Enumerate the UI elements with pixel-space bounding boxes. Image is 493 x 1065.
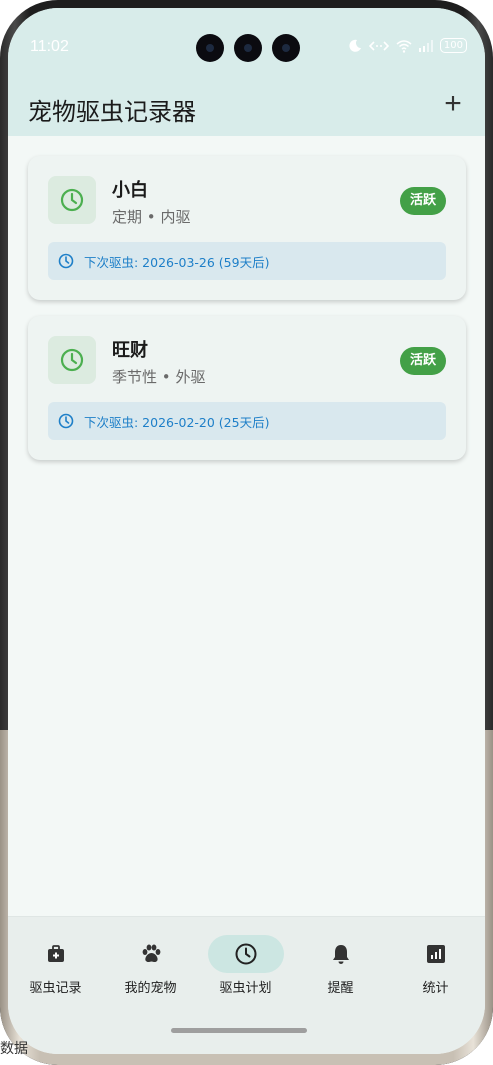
- moon-icon: [349, 39, 361, 52]
- nav-item-plans[interactable]: 驱虫计划: [198, 935, 293, 996]
- battery-icon: 100: [439, 38, 467, 53]
- nav-label: 统计: [422, 981, 449, 996]
- clock-icon: [48, 336, 96, 384]
- plan-type: 季节性 • 外驱: [112, 366, 205, 387]
- screen: 11:02 100 宠物驱虫记录器 + 小白 定期 • 内驱 活跃 下次驱虫: …: [8, 8, 485, 1054]
- nav-label: 驱虫计划: [219, 981, 272, 996]
- next-deworming-text: 下次驱虫: 2026-02-20 (25天后): [84, 414, 270, 430]
- plan-frequency: 季节性: [112, 368, 158, 386]
- add-plan-button[interactable]: +: [435, 86, 471, 122]
- wifi-icon: [396, 39, 412, 53]
- clock-icon: [58, 253, 74, 269]
- plan-type: 定期 • 内驱: [112, 206, 190, 227]
- paw-icon: [113, 935, 189, 973]
- next-deworming-row: 下次驱虫: 2026-03-26 (59天后): [48, 242, 446, 280]
- plan-frequency: 定期: [112, 208, 143, 226]
- pet-name: 小白: [112, 180, 148, 201]
- home-indicator[interactable]: [171, 1028, 307, 1033]
- medical-kit-icon: [18, 935, 94, 973]
- clock-icon: [48, 176, 96, 224]
- plan-card[interactable]: 小白 定期 • 内驱 活跃 下次驱虫: 2026-03-26 (59天后): [28, 156, 466, 300]
- data-transfer-icon: [368, 40, 390, 51]
- status-bar: 11:02 100: [8, 8, 485, 86]
- app-bar: 宠物驱虫记录器 +: [8, 86, 485, 136]
- clock-icon: [58, 413, 74, 429]
- signal-icon: [418, 39, 433, 52]
- edge-text: 数据: [0, 1041, 28, 1057]
- next-deworming-row: 下次驱虫: 2026-02-20 (25天后): [48, 402, 446, 440]
- plan-category: 内驱: [160, 208, 191, 226]
- status-badge: 活跃: [399, 187, 446, 215]
- nav-item-reminders[interactable]: 提醒: [293, 935, 388, 996]
- pet-name: 旺财: [112, 340, 148, 361]
- next-deworming-text: 下次驱虫: 2026-03-26 (59天后): [84, 254, 270, 270]
- camera-icon: [196, 34, 224, 62]
- page-title: 宠物驱虫记录器: [28, 98, 196, 126]
- status-badge: 活跃: [399, 347, 446, 375]
- chart-icon: [398, 935, 474, 973]
- camera-icon: [234, 34, 262, 62]
- status-time: 11:02: [30, 38, 69, 55]
- status-icons: 100: [348, 38, 467, 53]
- nav-item-pets[interactable]: 我的宠物: [103, 935, 198, 996]
- bottom-nav: 驱虫记录 我的宠物 驱虫计划 提醒 统计: [8, 916, 485, 1054]
- clock-icon: [207, 935, 284, 973]
- camera-icon: [272, 34, 300, 62]
- nav-label: 提醒: [327, 981, 354, 996]
- plan-category: 外驱: [175, 368, 206, 386]
- nav-label: 我的宠物: [124, 981, 177, 996]
- bell-icon: [303, 935, 379, 973]
- separator: •: [161, 368, 171, 386]
- nav-item-records[interactable]: 驱虫记录: [8, 935, 103, 996]
- separator: •: [146, 208, 156, 226]
- phone-frame: 11:02 100 宠物驱虫记录器 + 小白 定期 • 内驱 活跃 下次驱虫: …: [0, 0, 493, 1065]
- plan-list: 小白 定期 • 内驱 活跃 下次驱虫: 2026-03-26 (59天后) 旺财…: [28, 156, 466, 476]
- nav-label: 驱虫记录: [29, 981, 82, 996]
- nav-item-stats[interactable]: 统计: [388, 935, 483, 996]
- plan-card[interactable]: 旺财 季节性 • 外驱 活跃 下次驱虫: 2026-02-20 (25天后): [28, 316, 466, 460]
